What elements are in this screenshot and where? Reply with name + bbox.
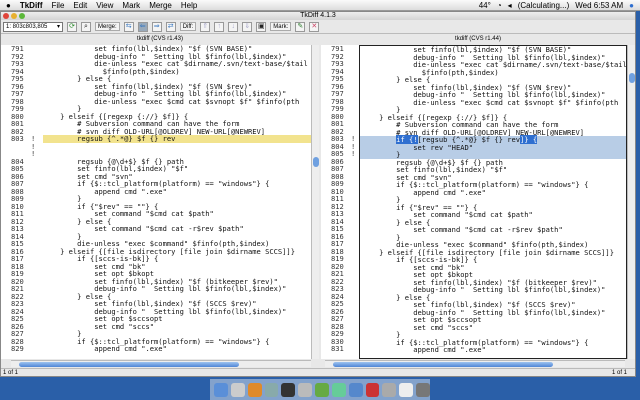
dock-app-icon[interactable] [315, 382, 329, 397]
right-pane: tkdiff (CVS r1.44) set finfo(lbl,$index)… [321, 35, 635, 367]
menu-mark[interactable]: Mark [122, 1, 140, 10]
line-text: append cmd ".exe" [43, 186, 167, 196]
line-text: regsub {^.*@} $f {} rev [43, 135, 311, 143]
dock-app-icon[interactable] [382, 382, 397, 397]
line-text: die-unless "exec $cmd cat $svnopt $f" $f… [362, 97, 619, 107]
line-text: set rev "HEAD" [360, 143, 626, 151]
wifi-icon[interactable]: ◔ [497, 1, 502, 10]
mark-clear-icon[interactable]: ✕ [309, 21, 320, 32]
dock-terminal-icon[interactable] [281, 382, 296, 397]
code-line: 829 append cmd ".exe" [1, 345, 311, 353]
left-status: 1 of 1 [3, 370, 19, 376]
line-text: set command "$cmd cat -r$rev $path" [362, 225, 563, 234]
close-button[interactable] [3, 13, 9, 19]
battery-status[interactable]: (Calculating...) [518, 1, 570, 10]
dock-app-icon[interactable] [365, 382, 380, 397]
left-horizontal-scrollbar[interactable] [11, 360, 311, 367]
prev-diff-icon[interactable]: ↑ [214, 21, 225, 32]
diff-label: Diff: [179, 22, 197, 31]
dock-app-icon[interactable] [331, 382, 346, 397]
mark-set-icon[interactable]: ✎ [295, 21, 306, 32]
dock-firefox-icon[interactable] [247, 382, 262, 397]
tkdiff-window: TkDiff 4.1.3 1: 803c803,805 ⟳ ⌕ Merge: ⇆… [0, 11, 636, 377]
merge-left-icon[interactable]: ⇆ [123, 21, 134, 32]
line-text: append cmd ".exe" [362, 187, 486, 197]
zoom-button[interactable] [19, 13, 25, 19]
diff-select[interactable]: 1: 803c803,805 [3, 21, 63, 32]
minimize-button[interactable] [11, 13, 17, 19]
menu-bar: ● TkDiff File Edit View Mark Merge Help … [0, 0, 640, 11]
line-text: set command "$cmd cat -r$rev $path" [43, 224, 244, 233]
next-diff-icon[interactable]: ↓ [228, 21, 239, 32]
right-text-area[interactable]: set finfo(lbl,$index) "$f (SVN BASE)" de… [359, 45, 627, 359]
apple-icon[interactable]: ● [6, 1, 11, 10]
change-marker: ! [31, 149, 36, 158]
volume-icon[interactable]: ◂ [508, 1, 512, 10]
line-number: 803 [11, 134, 24, 143]
menu-app[interactable]: TkDiff [20, 1, 43, 10]
toolbar: 1: 803c803,805 ⟳ ⌕ Merge: ⇆ ⇐ ⇒ ⇄ Diff: … [1, 20, 635, 34]
mark-label: Mark: [270, 22, 292, 31]
last-diff-icon[interactable]: ⇓ [242, 21, 253, 32]
spotlight-icon[interactable]: ● [629, 1, 634, 10]
merge-label: Merge: [95, 22, 120, 31]
clock[interactable]: Wed 6:53 AM [575, 1, 623, 10]
merge-both-icon[interactable]: ⇄ [165, 21, 176, 32]
line-number: 831 [331, 344, 344, 353]
line-text: append cmd ".exe" [43, 344, 167, 353]
weather-temp[interactable]: 44° [479, 1, 491, 10]
rediff-icon[interactable]: ⟳ [67, 21, 77, 32]
line-text: set cmd "sccs" [362, 322, 474, 332]
line-text: append cmd ".exe" [362, 345, 486, 354]
line-text: set cmd "sccs" [43, 321, 155, 331]
dock-app-icon[interactable] [298, 382, 313, 397]
left-pane-title: tkdiff (CVS r1.43) [137, 36, 183, 42]
right-vertical-scrollbar[interactable] [627, 45, 635, 359]
menu-view[interactable]: View [96, 1, 113, 10]
find-icon[interactable]: ⌕ [81, 21, 91, 32]
dock-document-icon[interactable] [399, 382, 414, 397]
first-diff-icon[interactable]: ⇑ [200, 21, 211, 32]
dock-app-icon[interactable] [264, 382, 279, 397]
merge-choose-left-icon[interactable]: ⇐ [137, 21, 148, 32]
dock [210, 379, 430, 400]
dock-app-icon[interactable] [348, 382, 363, 397]
left-pane: tkdiff (CVS r1.43) 791 set finfo(lbl,$in… [1, 35, 319, 367]
change-marker: ! [351, 149, 356, 158]
title-bar: TkDiff 4.1.3 [1, 12, 635, 20]
line-text: die-unless "exec $cmd cat $svnopt $f" $f… [43, 96, 300, 106]
dock-finder-icon[interactable] [214, 382, 228, 397]
menu-merge[interactable]: Merge [149, 1, 172, 10]
menu-help[interactable]: Help [181, 1, 197, 10]
code-line: 803! regsub {^.*@} $f {} rev [1, 135, 311, 143]
window-title: TkDiff 4.1.3 [300, 12, 336, 19]
center-diff-icon[interactable]: ▣ [256, 21, 267, 32]
status-bar: 1 of 1 1 of 1 [1, 368, 635, 376]
right-pane-title: tkdiff (CVS r1.44) [455, 36, 501, 42]
dock-safari-icon[interactable] [230, 382, 245, 397]
menu-edit[interactable]: Edit [73, 1, 87, 10]
merge-choose-right-icon[interactable]: ⇒ [151, 21, 162, 32]
left-text-area[interactable]: 791 set finfo(lbl,$index) "$f (SVN BASE)… [1, 45, 311, 359]
code-line: ! [1, 142, 311, 151]
code-line: append cmd ".exe" [360, 346, 626, 354]
right-status: 1 of 1 [611, 370, 627, 376]
menu-file[interactable]: File [52, 1, 65, 10]
line-number: 829 [11, 344, 24, 353]
right-horizontal-scrollbar[interactable] [325, 360, 625, 367]
left-vertical-scrollbar[interactable] [311, 45, 319, 359]
dock-trash-icon[interactable] [416, 382, 430, 397]
line-number-row: 831 [321, 345, 359, 353]
